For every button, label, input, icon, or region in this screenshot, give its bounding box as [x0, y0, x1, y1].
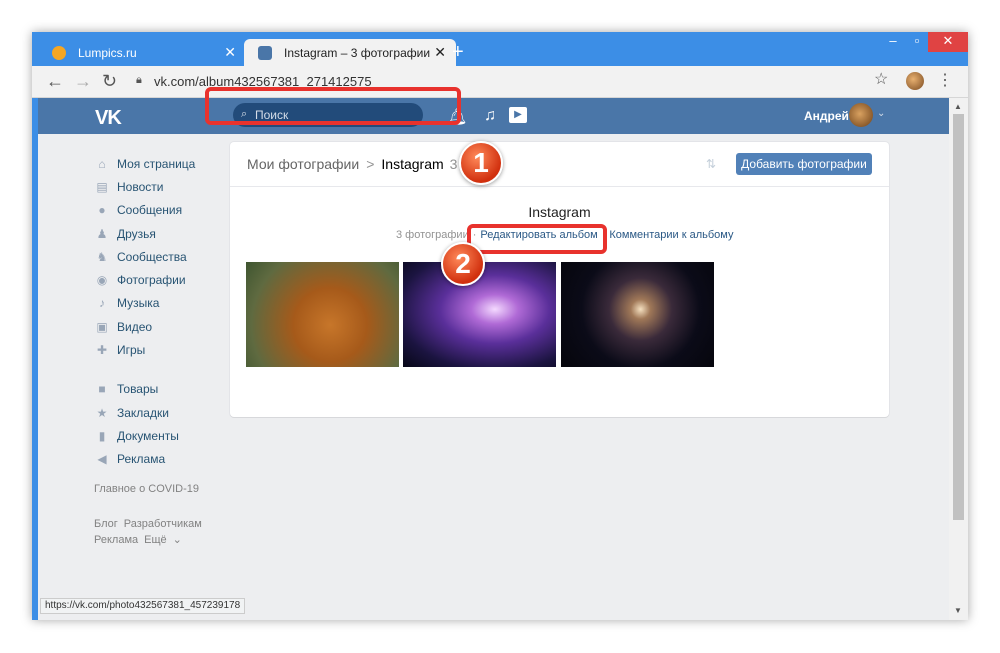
sidebar-item-my-page[interactable]: ⌂ Моя страница [94, 152, 224, 175]
tab-lumpics[interactable]: Lumpics.ru ✕ [38, 39, 246, 66]
sidebar-item-messages[interactable]: ●Сообщения1 [94, 199, 254, 222]
vk-logo[interactable]: VK [95, 107, 122, 130]
forward-arrow-icon[interactable]: → [74, 72, 92, 90]
avatar[interactable] [849, 103, 873, 127]
breadcrumb-count: 3 [449, 156, 458, 172]
photo-count: 3 фотографии [396, 229, 469, 241]
tab-label: Instagram – 3 фотографии [284, 45, 431, 60]
groups-icon: ♞ [96, 249, 108, 264]
vk-header: VK ⌕ Поиск 🔔︎ ♫ ▶ Андрей ⌄ [38, 98, 949, 134]
profile-avatar[interactable] [906, 72, 924, 90]
sidebar-item-music[interactable]: ♪ Музыка [94, 292, 224, 315]
breadcrumb-my-photos[interactable]: Мои фотографии [247, 156, 359, 172]
footer-link-blog[interactable]: Блог [94, 518, 118, 530]
sidebar-item-label: Друзья [117, 226, 156, 241]
lock-icon: 🔒︎ [136, 74, 142, 86]
document-icon: ▮ [98, 428, 106, 443]
scrollbar[interactable]: ▲ ▼ [949, 98, 968, 620]
covid-link[interactable]: Главное о COVID-19 [94, 483, 199, 495]
scroll-thumb[interactable] [953, 114, 964, 520]
close-icon[interactable]: ✕ [224, 44, 236, 61]
sidebar-item-label: Моя страница [117, 156, 196, 171]
sidebar-item-label: Новости [117, 179, 164, 194]
sort-icon[interactable]: ⇅ [706, 157, 716, 171]
footer-link-more[interactable]: Ещё [144, 534, 167, 546]
left-sidebar: ⌂Моя страница ▤Новости ●Сообщения1 ♟Друз… [94, 152, 254, 471]
close-icon[interactable]: ✕ [434, 44, 446, 61]
tab-instagram[interactable]: Instagram – 3 фотографии ✕ [244, 39, 456, 66]
status-bar-url: https://vk.com/photo432567381_457239178 [40, 598, 246, 614]
reload-icon[interactable]: ↻ [102, 72, 117, 90]
friends-icon: ♟ [96, 226, 108, 241]
home-icon: ⌂ [98, 156, 106, 171]
scroll-up-icon[interactable]: ▲ [954, 102, 962, 111]
back-arrow-icon[interactable]: ← [46, 72, 64, 90]
album-comments-link[interactable]: Комментарии к альбому [609, 229, 733, 241]
games-icon: ✚ [96, 343, 108, 358]
browser-toolbar: ← → ↻ 🔒︎ vk.com/album432567381_271412575… [32, 66, 968, 98]
sidebar-item-label: Закладки [117, 405, 169, 420]
user-name[interactable]: Андрей [804, 109, 849, 123]
sidebar-item-label: Фотографии [117, 273, 186, 288]
star-icon: ★ [96, 405, 108, 420]
sidebar-item-documents[interactable]: ▮ Документы [94, 424, 224, 447]
video-icon: ▣ [96, 319, 108, 334]
sidebar-item-label: Товары [117, 382, 159, 397]
sidebar-item-news[interactable]: ▤ Новости [94, 175, 224, 198]
annotation-step-badge: 1 [459, 141, 503, 185]
scroll-down-icon[interactable]: ▼ [954, 606, 962, 615]
sidebar-item-label: Документы [117, 428, 179, 443]
music-icon: ♪ [99, 296, 105, 311]
vk-favicon-icon [258, 46, 272, 60]
sidebar-divider [94, 362, 224, 378]
title-bar: Lumpics.ru ✕ Instagram – 3 фотографии ✕ … [32, 32, 968, 66]
photo-thumbnail-galaxy[interactable] [561, 262, 714, 367]
play-icon[interactable]: ▶ [509, 107, 527, 123]
lumpics-favicon-icon [52, 46, 66, 60]
kebab-menu-icon[interactable]: ⋮ [937, 70, 953, 90]
sidebar-item-label: Реклама [117, 452, 166, 467]
add-photos-button[interactable]: Добавить фотографии [736, 153, 872, 175]
window-close-icon[interactable]: ✕ [928, 32, 968, 52]
messages-icon: ● [98, 203, 106, 218]
chevron-down-icon[interactable]: ⌄ [877, 108, 885, 119]
annotation-highlight-edit-link [467, 224, 607, 254]
chevron-down-icon[interactable]: ⌄ [173, 534, 182, 546]
sidebar-item-friends[interactable]: ♟Друзья4 [94, 222, 254, 245]
tab-label: Lumpics.ru [78, 45, 137, 60]
sidebar-item-groups[interactable]: ♞ Сообщества [94, 245, 224, 268]
breadcrumb-current: Instagram [381, 156, 444, 172]
bookmark-star-icon[interactable]: ☆ [874, 69, 888, 89]
footer-link-ads[interactable]: Реклама [94, 534, 138, 546]
sidebar-item-label: Сообщения [117, 203, 183, 218]
sidebar-item-label: Игры [117, 343, 146, 358]
camera-icon: ◉ [96, 273, 108, 288]
sidebar-item-ads[interactable]: ◀ Реклама [94, 448, 224, 471]
chevron-right-icon: > [366, 156, 375, 172]
sidebar-item-goods[interactable]: ■ Товары [94, 378, 224, 401]
annotation-highlight-breadcrumb [205, 87, 461, 125]
sidebar-item-label: Видео [117, 319, 153, 334]
music-note-icon[interactable]: ♫ [484, 107, 496, 125]
browser-window: Lumpics.ru ✕ Instagram – 3 фотографии ✕ … [32, 32, 968, 620]
album-title: Instagram [528, 204, 591, 220]
sidebar-item-games[interactable]: ✚Игры6 [94, 338, 254, 361]
sidebar-item-label: Сообщества [117, 249, 187, 264]
footer-link-developers[interactable]: Разработчикам [124, 518, 202, 530]
footer-links: Блог Разработчикам Реклама Ещё ⌄ [94, 516, 208, 548]
sidebar-item-video[interactable]: ▣ Видео [94, 315, 224, 338]
annotation-step-badge: 2 [441, 242, 485, 286]
bag-icon: ■ [98, 382, 106, 397]
new-tab-plus-icon[interactable]: + [452, 42, 464, 62]
photo-thumbnail-dog[interactable] [246, 262, 399, 367]
ads-icon: ◀ [97, 452, 107, 467]
sidebar-item-bookmarks[interactable]: ★ Закладки [94, 401, 224, 424]
news-icon: ▤ [96, 179, 108, 194]
sidebar-item-label: Музыка [117, 296, 160, 311]
sidebar-item-photos[interactable]: ◉ Фотографии [94, 268, 224, 291]
album-card-header: Мои фотографии > Instagram 3 ⇅ Добавить фот… [230, 142, 889, 187]
album-card: Мои фотографии > Instagram 3 ⇅ Добавить фот… [230, 142, 889, 417]
breadcrumb: Мои фотографии > Instagram 3 [247, 156, 457, 172]
